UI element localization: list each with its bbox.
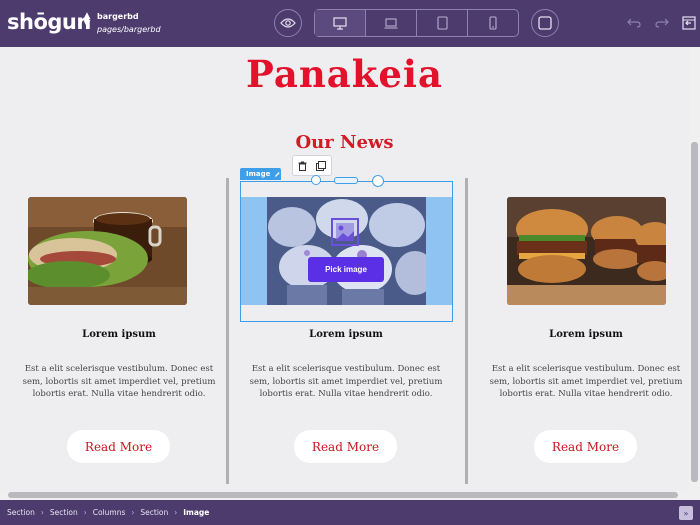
site-switch-chevrons-icon[interactable]: ▲ ▼	[82, 12, 92, 34]
card-title[interactable]: Lorem ipsum	[239, 329, 453, 340]
read-more-button[interactable]: Read More	[534, 430, 637, 463]
breadcrumb-item[interactable]: Columns	[93, 508, 126, 517]
resize-handle[interactable]	[311, 175, 321, 185]
pencil-icon	[275, 171, 281, 177]
selected-element-type: Image	[246, 170, 271, 178]
square-icon	[538, 16, 552, 30]
exit-icon	[682, 16, 696, 30]
collapse-panel-button[interactable]: »	[679, 506, 693, 520]
site-path: pages/bargerbd	[97, 25, 161, 34]
column-divider	[226, 178, 229, 484]
redo-icon	[655, 18, 669, 28]
chevron-right-icon: ›	[174, 508, 178, 517]
mobile-icon	[489, 16, 497, 30]
spacing-handle[interactable]	[334, 177, 358, 184]
read-more-button[interactable]: Read More	[67, 430, 170, 463]
shogun-logo[interactable]: shōgun	[7, 6, 91, 38]
exit-editor-button[interactable]	[679, 13, 699, 33]
chevron-right-icon: ›	[83, 508, 87, 517]
selected-element-label[interactable]: Image	[240, 168, 281, 180]
sandwich-and-coffee-photo[interactable]	[28, 197, 187, 305]
collapse-handle[interactable]	[372, 175, 384, 187]
breadcrumb-item[interactable]: Section	[50, 508, 78, 517]
breadcrumb-item-current[interactable]: Image	[183, 508, 209, 517]
brand-heading[interactable]: Panakeia	[0, 52, 689, 96]
undo-icon	[627, 18, 641, 28]
card-body[interactable]: Est a elit scelerisque vestibulum. Donec…	[17, 363, 221, 401]
card-title[interactable]: Lorem ipsum	[12, 329, 226, 340]
trash-icon[interactable]	[298, 156, 307, 175]
undo-button[interactable]	[624, 13, 644, 33]
tablet-icon	[436, 16, 448, 30]
duplicate-icon[interactable]	[316, 156, 327, 175]
news-card: Lorem ipsum Est a elit scelerisque vesti…	[479, 178, 689, 484]
horizontal-scrollbar-thumb[interactable]	[8, 492, 678, 498]
news-section-title[interactable]: Our News	[0, 132, 689, 153]
column-divider	[465, 178, 468, 484]
breadcrumb-item[interactable]: Section	[140, 508, 168, 517]
card-body[interactable]: Est a elit scelerisque vestibulum. Donec…	[484, 363, 688, 401]
double-chevron-right-icon: »	[683, 508, 689, 518]
card-body[interactable]: Est a elit scelerisque vestibulum. Donec…	[244, 363, 448, 401]
redo-button[interactable]	[652, 13, 672, 33]
chevron-right-icon: ›	[40, 508, 44, 517]
device-laptop-button[interactable]	[366, 10, 417, 36]
chevron-right-icon: ›	[131, 508, 135, 517]
top-toolbar: shōgun ▲ ▼ bargerbd pages/bargerbd	[0, 0, 700, 47]
breadcrumb-item[interactable]: Section	[7, 508, 35, 517]
burgers-photo[interactable]	[507, 197, 666, 305]
eye-icon	[280, 18, 296, 28]
device-mobile-button[interactable]	[468, 10, 518, 36]
device-tablet-button[interactable]	[417, 10, 468, 36]
selected-element-outline	[240, 181, 453, 322]
laptop-icon	[384, 17, 398, 29]
card-title[interactable]: Lorem ipsum	[479, 329, 689, 340]
site-name[interactable]: bargerbd	[97, 12, 139, 21]
breadcrumb: Section › Section › Columns › Section › …	[0, 500, 700, 525]
vertical-scrollbar-thumb[interactable]	[691, 142, 698, 482]
device-desktop-button[interactable]	[315, 10, 366, 36]
vertical-scrollbar[interactable]	[689, 47, 700, 491]
horizontal-scrollbar[interactable]	[0, 491, 700, 499]
read-more-button[interactable]: Read More	[294, 430, 397, 463]
device-switcher	[314, 9, 519, 37]
frame-toggle-button[interactable]	[531, 9, 559, 37]
element-toolbar	[292, 155, 332, 176]
news-card: Lorem ipsum Est a elit scelerisque vesti…	[12, 178, 226, 484]
preview-button[interactable]	[274, 9, 302, 37]
desktop-icon	[333, 16, 347, 30]
